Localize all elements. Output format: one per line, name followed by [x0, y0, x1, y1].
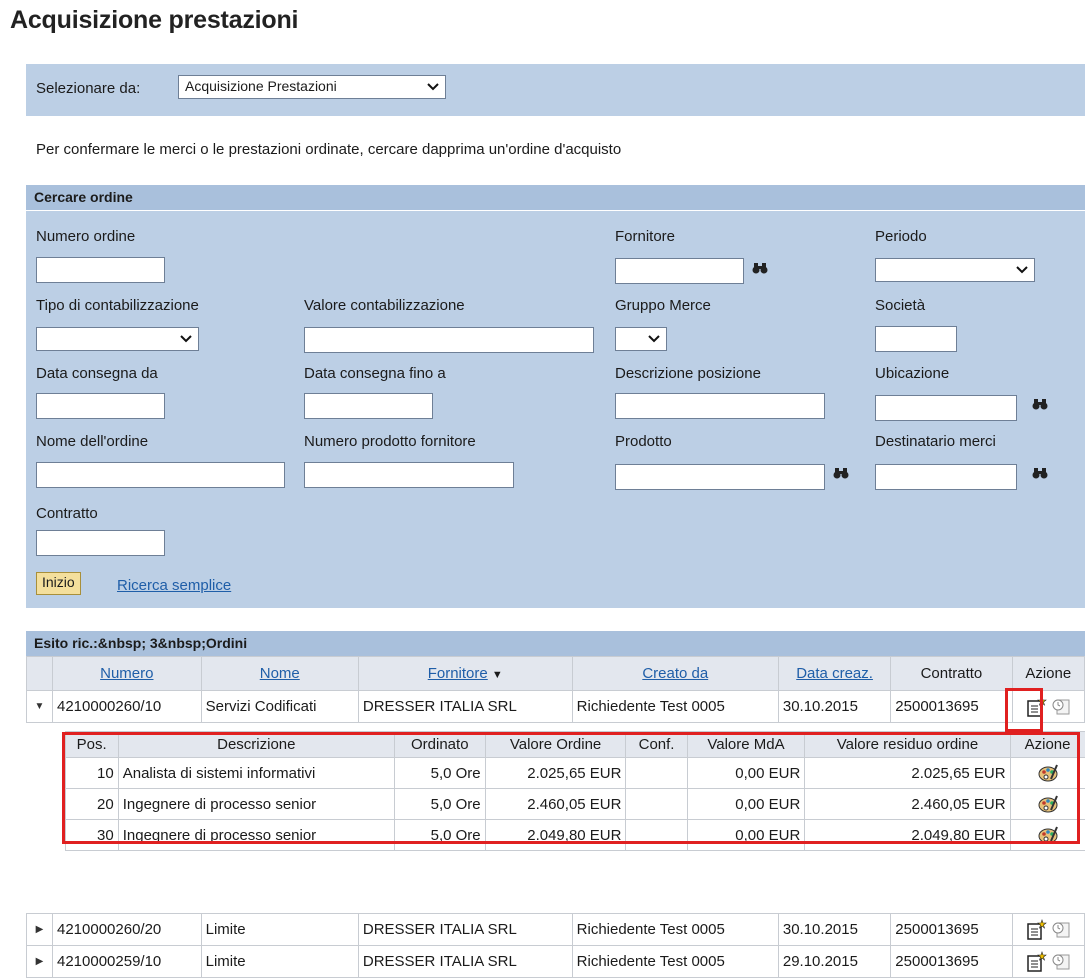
order-supplier: DRESSER ITALIA SRL — [358, 914, 572, 946]
delivery-from-input[interactable] — [36, 393, 165, 419]
action-highlight-box — [1005, 688, 1043, 732]
order-name-input[interactable] — [36, 462, 285, 488]
delivery-to-input[interactable] — [304, 393, 433, 419]
item-description-label: Descrizione posizione — [615, 365, 761, 382]
chevron-down-icon — [1016, 259, 1030, 281]
item-description-input[interactable] — [615, 393, 825, 419]
contract-label: Contratto — [36, 505, 98, 522]
chevron-down-icon — [427, 76, 441, 98]
document-history-icon[interactable] — [1051, 920, 1071, 940]
chevron-down-icon — [180, 328, 194, 350]
period-label: Periodo — [875, 228, 927, 245]
product-input[interactable] — [615, 464, 825, 490]
order-name: Limite — [201, 946, 358, 978]
order-contract: 2500013695 — [891, 946, 1012, 978]
order-contract: 2500013695 — [891, 914, 1012, 946]
order-created-by: Richiedente Test 0005 — [572, 914, 778, 946]
posting-value-input[interactable] — [304, 327, 594, 353]
search-panel-header: Cercare ordine — [26, 185, 1085, 211]
column-header-azione: Azione — [1012, 657, 1084, 691]
collapse-arrow-icon[interactable]: ▼ — [27, 691, 53, 723]
results-header-row: Numero Nome Fornitore ▼ Creato da Data c… — [27, 657, 1085, 691]
table-row: ▼ 4210000260/10 Servizi Codificati DRESS… — [27, 691, 1085, 723]
order-number: 4210000259/10 — [53, 946, 202, 978]
location-label: Ubicazione — [875, 365, 949, 382]
table-row: ▶ 4210000259/10 Limite DRESSER ITALIA SR… — [27, 946, 1085, 978]
binoculars-icon[interactable] — [833, 466, 849, 480]
company-input[interactable] — [875, 326, 957, 352]
create-document-icon[interactable] — [1025, 951, 1047, 973]
order-date: 30.10.2015 — [778, 691, 890, 723]
posting-type-label: Tipo di contabilizzazione — [36, 297, 199, 314]
expand-arrow-icon[interactable]: ▶ — [27, 914, 53, 946]
create-document-icon[interactable] — [1025, 919, 1047, 941]
column-header-data[interactable]: Data creaz. — [778, 657, 890, 691]
delivery-from-label: Data consegna da — [36, 365, 158, 382]
expand-column-header — [27, 657, 53, 691]
location-input[interactable] — [875, 395, 1017, 421]
order-date: 30.10.2015 — [778, 914, 890, 946]
order-name: Servizi Codificati — [201, 691, 358, 723]
order-contract: 2500013695 — [891, 691, 1012, 723]
order-supplier: DRESSER ITALIA SRL — [358, 946, 572, 978]
start-button[interactable]: Inizio — [36, 572, 81, 595]
positions-highlight-box — [62, 732, 1080, 844]
goods-recipient-label: Destinatario merci — [875, 433, 996, 450]
select-from-dropdown[interactable]: Acquisizione Prestazioni — [178, 75, 446, 99]
posting-value-label: Valore contabilizzazione — [304, 297, 465, 314]
company-label: Società — [875, 297, 925, 314]
page-title: Acquisizione prestazioni — [10, 6, 298, 35]
expand-arrow-icon[interactable]: ▶ — [27, 946, 53, 978]
order-created-by: Richiedente Test 0005 — [572, 691, 778, 723]
select-from-label: Selezionare da: — [36, 80, 140, 97]
binoculars-icon[interactable] — [752, 261, 768, 275]
material-group-label: Gruppo Merce — [615, 297, 711, 314]
delivery-to-label: Data consegna fino a — [304, 365, 446, 382]
table-row: ▶ 4210000260/20 Limite DRESSER ITALIA SR… — [27, 914, 1085, 946]
order-number: 4210000260/20 — [53, 914, 202, 946]
order-number-label: Numero ordine — [36, 228, 135, 245]
column-header-numero[interactable]: Numero — [53, 657, 202, 691]
product-label: Prodotto — [615, 433, 672, 450]
supplier-input[interactable] — [615, 258, 744, 284]
document-history-icon[interactable] — [1051, 952, 1071, 972]
order-name: Limite — [201, 914, 358, 946]
select-from-value: Acquisizione Prestazioni — [185, 78, 337, 94]
column-header-nome[interactable]: Nome — [201, 657, 358, 691]
posting-type-dropdown[interactable] — [36, 327, 199, 351]
chevron-down-icon — [648, 328, 662, 350]
column-header-fornitore[interactable]: Fornitore ▼ — [358, 657, 572, 691]
goods-recipient-input[interactable] — [875, 464, 1017, 490]
action-cell — [1012, 914, 1084, 946]
column-header-contratto: Contratto — [891, 657, 1012, 691]
order-number-input[interactable] — [36, 257, 165, 283]
selection-bar: Selezionare da: Acquisizione Prestazioni — [26, 64, 1085, 116]
simple-search-link[interactable]: Ricerca semplice — [117, 577, 231, 594]
supplier-label: Fornitore — [615, 228, 675, 245]
contract-input[interactable] — [36, 530, 165, 556]
sort-down-icon: ▼ — [492, 669, 503, 681]
supplier-product-input[interactable] — [304, 462, 514, 488]
order-name-label: Nome dell'ordine — [36, 433, 148, 450]
material-group-dropdown[interactable] — [615, 327, 667, 351]
period-dropdown[interactable] — [875, 258, 1035, 282]
order-supplier: DRESSER ITALIA SRL — [358, 691, 572, 723]
column-header-creato-da[interactable]: Creato da — [572, 657, 778, 691]
action-cell — [1012, 946, 1084, 978]
supplier-product-label: Numero prodotto fornitore — [304, 433, 476, 450]
results-header: Esito ric.:&nbsp; 3&nbsp;Ordini — [26, 631, 1085, 656]
order-created-by: Richiedente Test 0005 — [572, 946, 778, 978]
binoculars-icon[interactable] — [1032, 397, 1048, 411]
binoculars-icon[interactable] — [1032, 466, 1048, 480]
order-number: 4210000260/10 — [53, 691, 202, 723]
order-date: 29.10.2015 — [778, 946, 890, 978]
info-text: Per confermare le merci o le prestazioni… — [36, 141, 621, 158]
document-history-icon[interactable] — [1051, 697, 1071, 717]
